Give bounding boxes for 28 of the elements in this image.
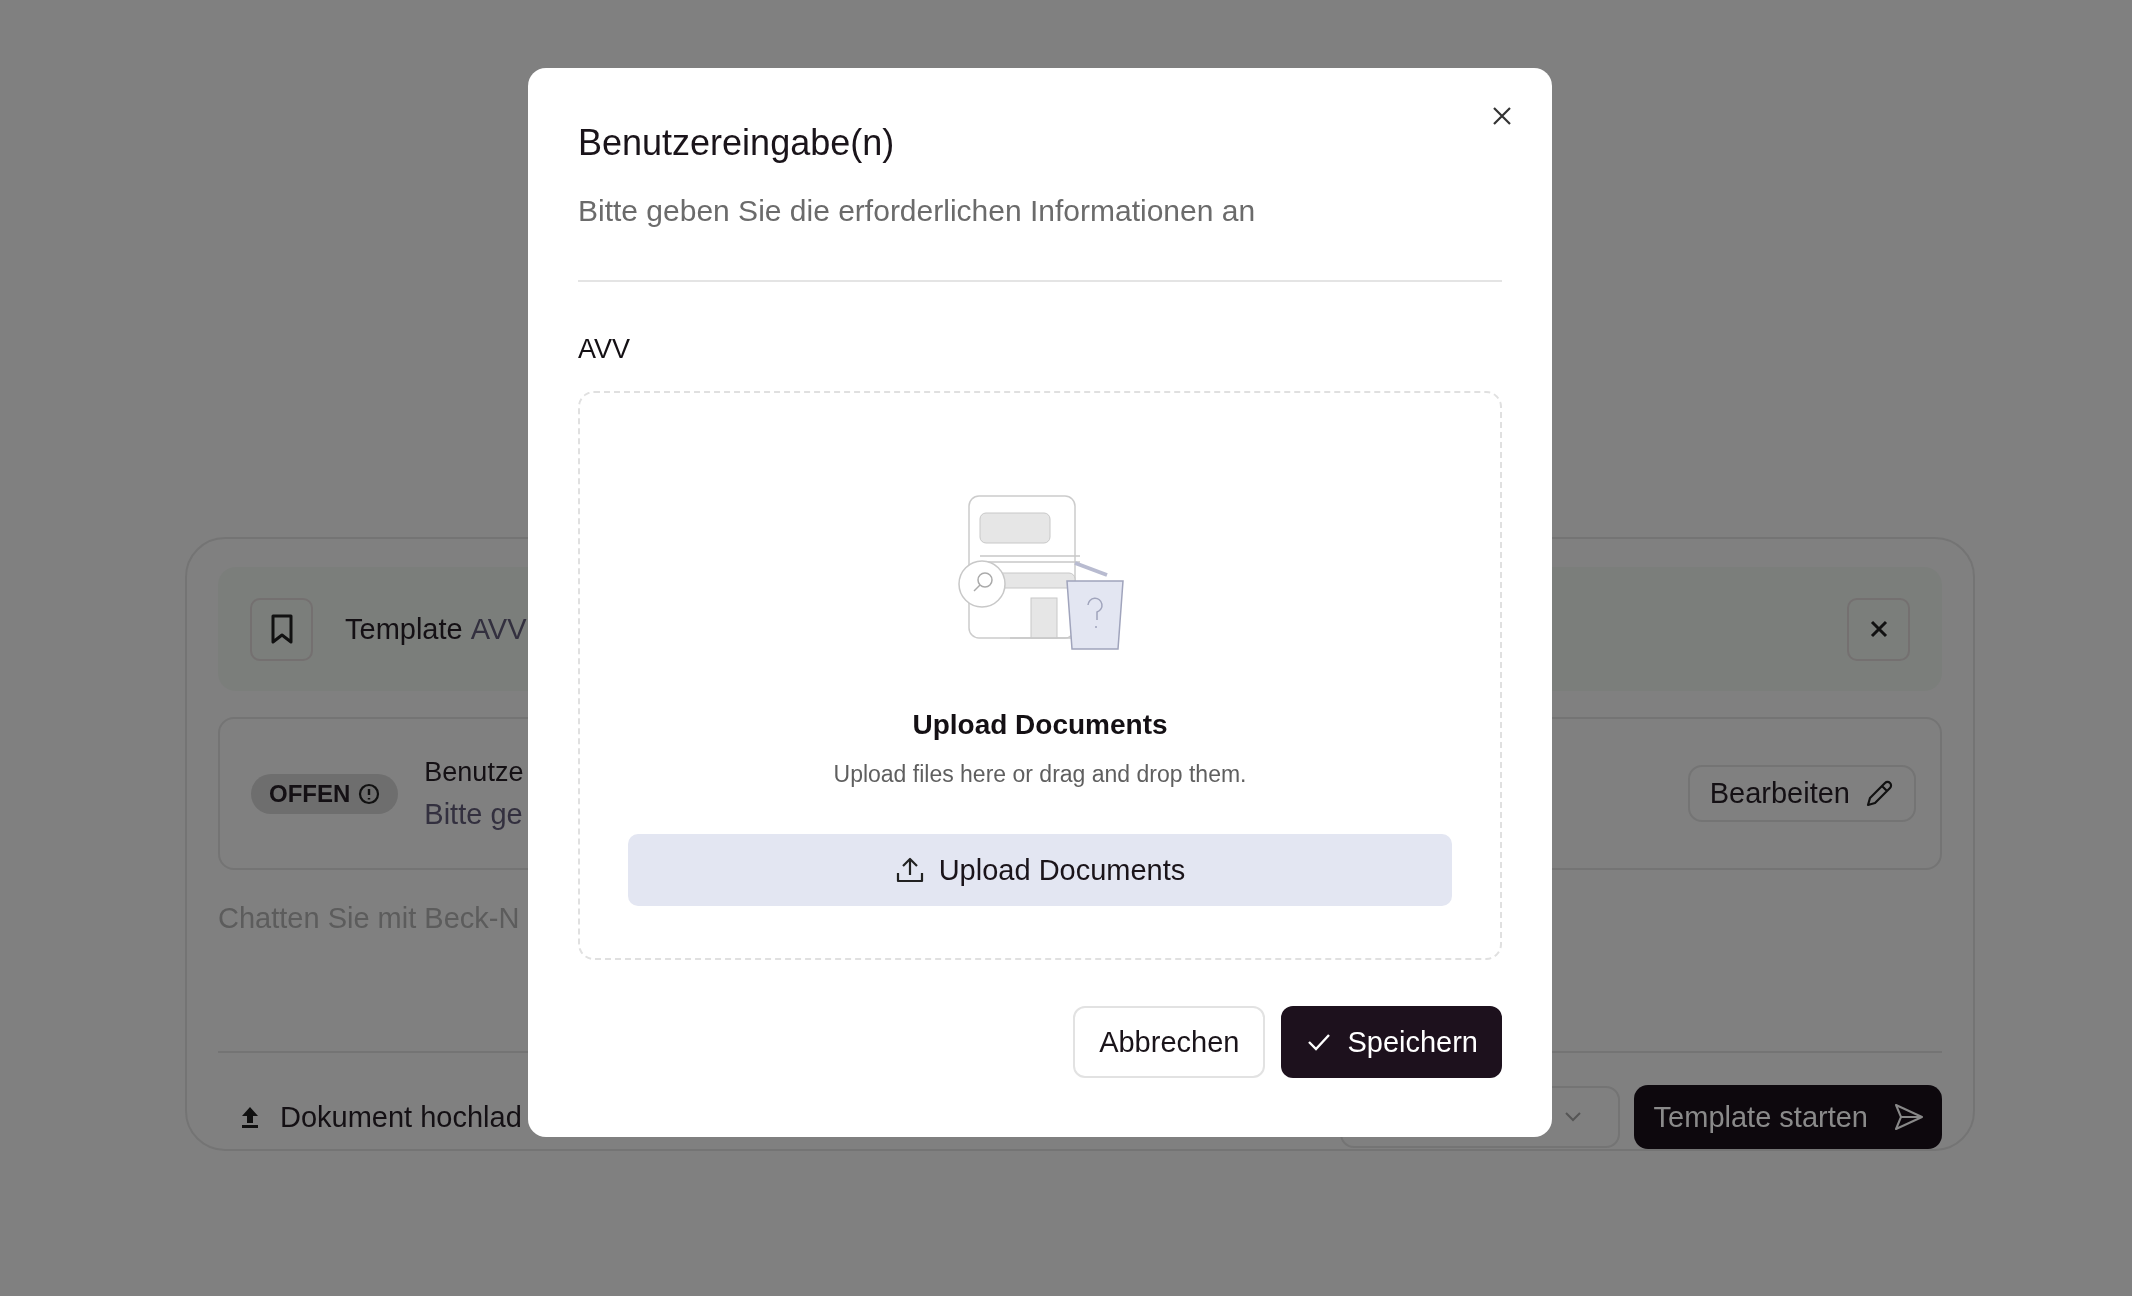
dropzone[interactable]: Upload Documents Upload files here or drag and drop them. Upload Documents xyxy=(578,391,1502,960)
dialog-title: Benutzereingabe(n) xyxy=(578,122,896,164)
field-label: AVV xyxy=(578,334,632,365)
check-icon xyxy=(1307,1032,1332,1052)
task-subtitle: Bitte ge xyxy=(424,797,524,831)
bookmark-button[interactable] xyxy=(250,597,313,661)
save-button[interactable]: Speichern xyxy=(1281,1006,1502,1078)
pencil-icon xyxy=(1864,778,1894,809)
upload-icon xyxy=(240,1105,260,1129)
status-badge: OFFEN xyxy=(251,773,399,814)
send-icon xyxy=(1894,1103,1924,1131)
dropzone-heading: Upload Documents xyxy=(912,709,1168,741)
dropzone-hint: Upload files here or drag and drop them. xyxy=(833,761,1247,788)
upload-icon xyxy=(894,856,925,884)
edit-button[interactable]: Bearbeiten xyxy=(1687,765,1916,823)
close-button[interactable] xyxy=(1492,106,1512,126)
template-name: AVV xyxy=(470,612,527,646)
task-title: Benutze xyxy=(424,756,524,788)
close-icon xyxy=(1868,619,1889,640)
alert-icon xyxy=(358,782,381,805)
upload-documents-button[interactable]: Upload Documents xyxy=(628,834,1452,906)
upload-document-button[interactable]: Dokument hochlad xyxy=(218,1100,522,1134)
chevron-icon xyxy=(1563,1111,1582,1123)
start-template-button[interactable]: Template starten xyxy=(1633,1085,1942,1149)
template-label: Template xyxy=(345,612,463,646)
cancel-button[interactable]: Abbrechen xyxy=(1073,1006,1266,1078)
dialog-subtitle: Bitte geben Sie die erforderlichen Informationen an xyxy=(578,194,1257,228)
close-icon xyxy=(1492,106,1512,126)
